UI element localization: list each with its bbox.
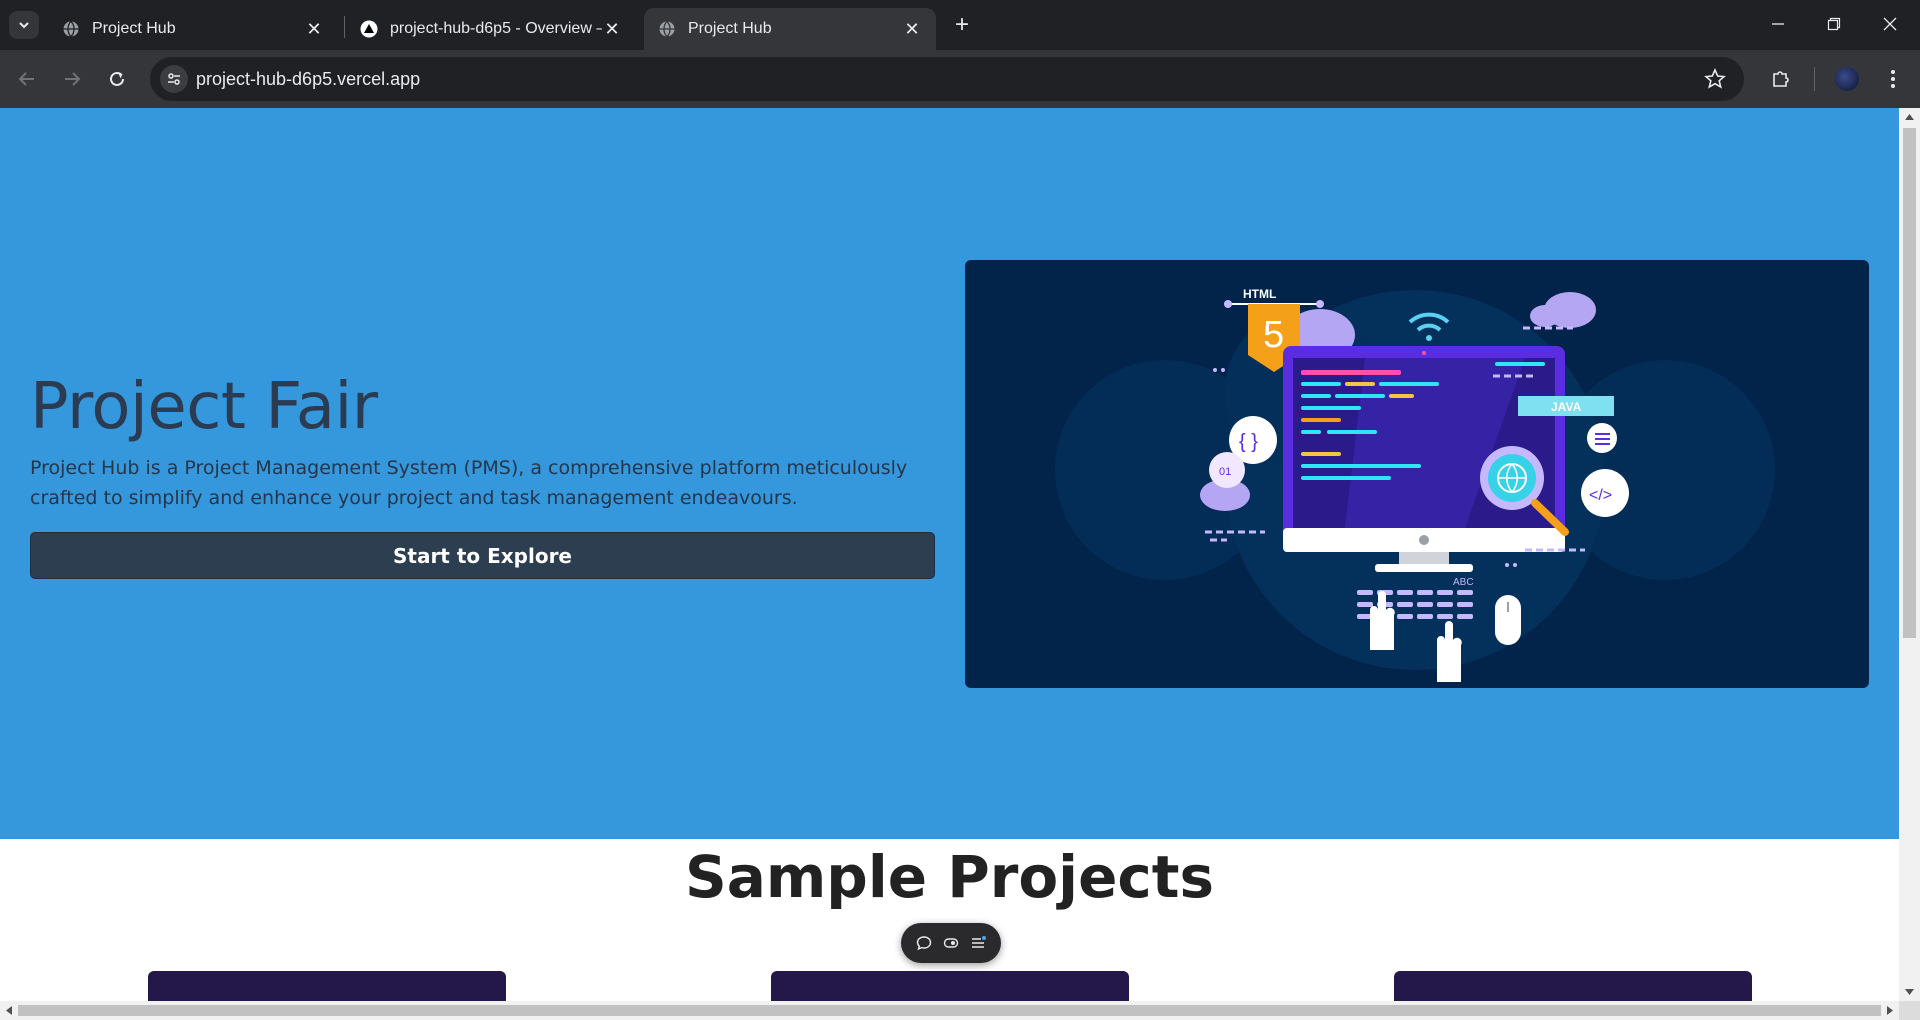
close-icon[interactable]: ✕ [602,19,622,39]
html-badge-number: 5 [1263,314,1284,356]
vertical-scroll-thumb[interactable] [1903,128,1916,638]
comment-icon[interactable] [916,935,932,951]
minimize-icon [1772,23,1784,25]
restore-button[interactable] [1806,0,1862,48]
start-explore-button[interactable]: Start to Explore [30,532,935,579]
close-icon[interactable]: ✕ [902,19,922,39]
tab-separator [344,16,345,38]
arrow-right-icon [65,72,81,86]
code-tag-label: </> [1589,487,1612,504]
html-badge-label: HTML [1243,287,1276,301]
scroll-right-icon[interactable] [1885,1005,1895,1016]
scroll-up-icon[interactable] [1904,112,1915,122]
back-button[interactable] [12,64,42,94]
address-bar[interactable]: project-hub-d6p5.vercel.app [150,57,1744,101]
arrow-left-icon [18,72,34,86]
horizontal-scroll-thumb[interactable] [18,1005,1881,1016]
new-tab-button[interactable]: + [948,11,976,39]
project-card-3[interactable] [1394,971,1752,1001]
project-card-1[interactable] [148,971,506,1001]
toggle-view-icon[interactable] [943,935,959,951]
tab-title: Project Hub [92,20,176,37]
browser-toolbar: project-hub-d6p5.vercel.app [0,50,1920,108]
avatar [1835,67,1859,91]
tab-3-active[interactable]: Project Hub ✕ [644,8,936,50]
abc-label: ABC [1453,577,1474,588]
close-icon[interactable]: ✕ [304,19,324,39]
vercel-icon [360,20,378,38]
extensions-button[interactable] [1766,64,1796,94]
minimize-button[interactable] [1750,0,1806,48]
tab-strip: Project Hub ✕ project-hub-d6p5 - Overvie… [0,0,1920,50]
close-icon [1883,17,1897,31]
reload-button[interactable] [102,64,132,94]
profile-button[interactable] [1832,64,1862,94]
close-window-button[interactable] [1862,0,1918,48]
project-card-2[interactable] [771,971,1129,1001]
scroll-left-icon[interactable] [4,1005,14,1016]
hero-section: Project Fair Project Hub is a Project Ma… [0,108,1899,839]
reload-icon [110,71,124,86]
page-viewport: Project Fair Project Hub is a Project Ma… [0,108,1899,1001]
toolbar-divider [1814,67,1815,91]
browser-menu-button[interactable] [1878,64,1908,94]
site-info-icon[interactable] [160,65,188,93]
sample-projects-title: Sample Projects [684,843,1215,911]
horizontal-scrollbar[interactable] [0,1001,1899,1020]
scrollbar-corner [1899,1001,1920,1020]
java-label: JAVA [1551,400,1582,414]
puzzle-icon [1773,71,1789,87]
hero-illustration: HTML 5 JAVA {} 01 </> ABC [965,260,1869,688]
tab-search-button[interactable] [9,11,39,39]
hero-description: Project Hub is a Project Management Syst… [30,457,908,509]
tab-1[interactable]: Project Hub ✕ [48,8,338,50]
chevron-down-icon [19,22,29,29]
scroll-down-icon[interactable] [1904,987,1915,997]
binary-label: 01 [1219,466,1231,478]
more-vertical-icon [1891,70,1895,88]
floating-toolbar [901,923,1001,963]
globe-icon [62,20,80,38]
menu-list-icon[interactable] [970,935,986,951]
globe-icon [658,20,676,38]
forward-button[interactable] [57,64,87,94]
vertical-scrollbar[interactable] [1899,108,1920,1001]
url-text: project-hub-d6p5.vercel.app [196,69,421,89]
bookmark-star-icon[interactable] [1704,68,1726,95]
braces-label: { } [1239,431,1258,453]
tab-2[interactable]: project-hub-d6p5 - Overview – ✕ [346,8,636,50]
tab-title: project-hub-d6p5 - Overview – [390,20,602,37]
restore-icon [1827,17,1841,31]
hero-title: Project Fair [30,370,378,444]
tab-title: Project Hub [688,20,772,37]
